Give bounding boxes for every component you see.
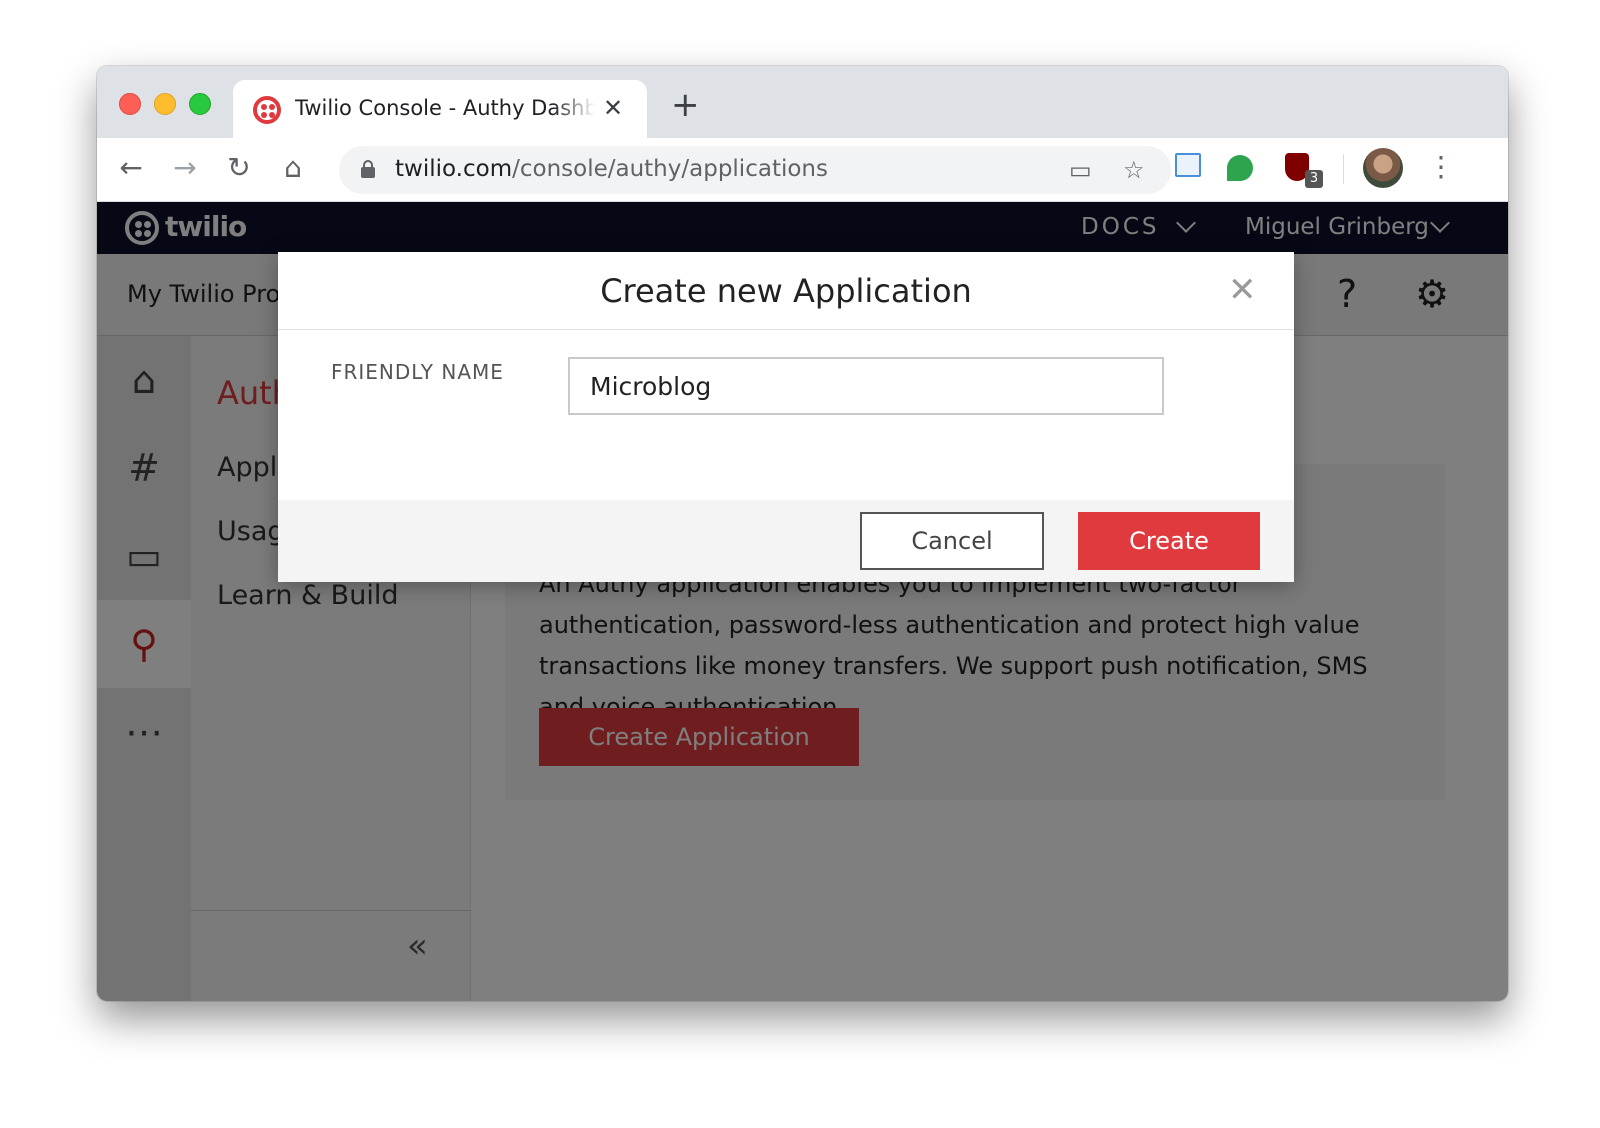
maximize-window-button[interactable] bbox=[189, 93, 211, 115]
create-application-modal: Create new Application ✕ FRIENDLY NAME C… bbox=[278, 252, 1294, 582]
back-icon[interactable]: ← bbox=[111, 148, 151, 188]
url-path: /console/authy/applications bbox=[512, 156, 828, 182]
reload-icon[interactable]: ↻ bbox=[219, 148, 259, 188]
create-button[interactable]: Create bbox=[1078, 512, 1260, 570]
twilio-console-page: twilio DOCS Miguel Grinberg My Twilio Pr… bbox=[97, 202, 1508, 1001]
friendly-name-label: FRIENDLY NAME bbox=[331, 360, 504, 384]
forward-icon[interactable]: → bbox=[165, 148, 205, 188]
tab-strip: Twilio Console - Authy Dashboard ✕ + bbox=[97, 66, 1508, 138]
modal-footer: Cancel Create bbox=[278, 500, 1294, 582]
minimize-window-button[interactable] bbox=[154, 93, 176, 115]
modal-title: Create new Application bbox=[600, 272, 972, 310]
modal-close-icon[interactable]: ✕ bbox=[1228, 270, 1257, 310]
url-text[interactable]: twilio.com/console/authy/applications bbox=[395, 156, 828, 182]
modal-header: Create new Application ✕ bbox=[278, 252, 1294, 330]
new-tab-button[interactable]: + bbox=[671, 88, 700, 122]
url-host: twilio.com bbox=[395, 156, 513, 182]
tab-close-icon[interactable]: ✕ bbox=[603, 94, 623, 122]
lock-icon[interactable] bbox=[361, 160, 375, 178]
close-window-button[interactable] bbox=[119, 93, 141, 115]
extension-badge: 3 bbox=[1305, 170, 1323, 188]
star-icon[interactable]: ☆ bbox=[1123, 156, 1145, 184]
browser-tab-twilio[interactable]: Twilio Console - Authy Dashboard ✕ bbox=[233, 80, 647, 138]
home-icon[interactable]: ⌂ bbox=[273, 148, 313, 188]
browser-window: Twilio Console - Authy Dashboard ✕ + ← →… bbox=[97, 66, 1508, 1001]
chat-extension-icon[interactable] bbox=[1227, 155, 1253, 181]
screenshot-extension-icon[interactable] bbox=[1175, 153, 1201, 177]
tab-title: Twilio Console - Authy Dashboard bbox=[295, 96, 595, 120]
friendly-name-input[interactable] bbox=[568, 357, 1164, 415]
cancel-button[interactable]: Cancel bbox=[860, 512, 1044, 570]
cast-icon[interactable]: ▭ bbox=[1069, 156, 1092, 184]
profile-avatar[interactable] bbox=[1363, 148, 1403, 188]
toolbar-separator bbox=[1343, 154, 1344, 184]
address-bar[interactable]: twilio.com/console/authy/applications ▭ … bbox=[339, 146, 1171, 194]
browser-toolbar: ← → ↻ ⌂ twilio.com/console/authy/applica… bbox=[97, 138, 1508, 202]
kebab-icon[interactable]: ⋮ bbox=[1427, 150, 1455, 183]
twilio-favicon-icon bbox=[253, 96, 281, 124]
